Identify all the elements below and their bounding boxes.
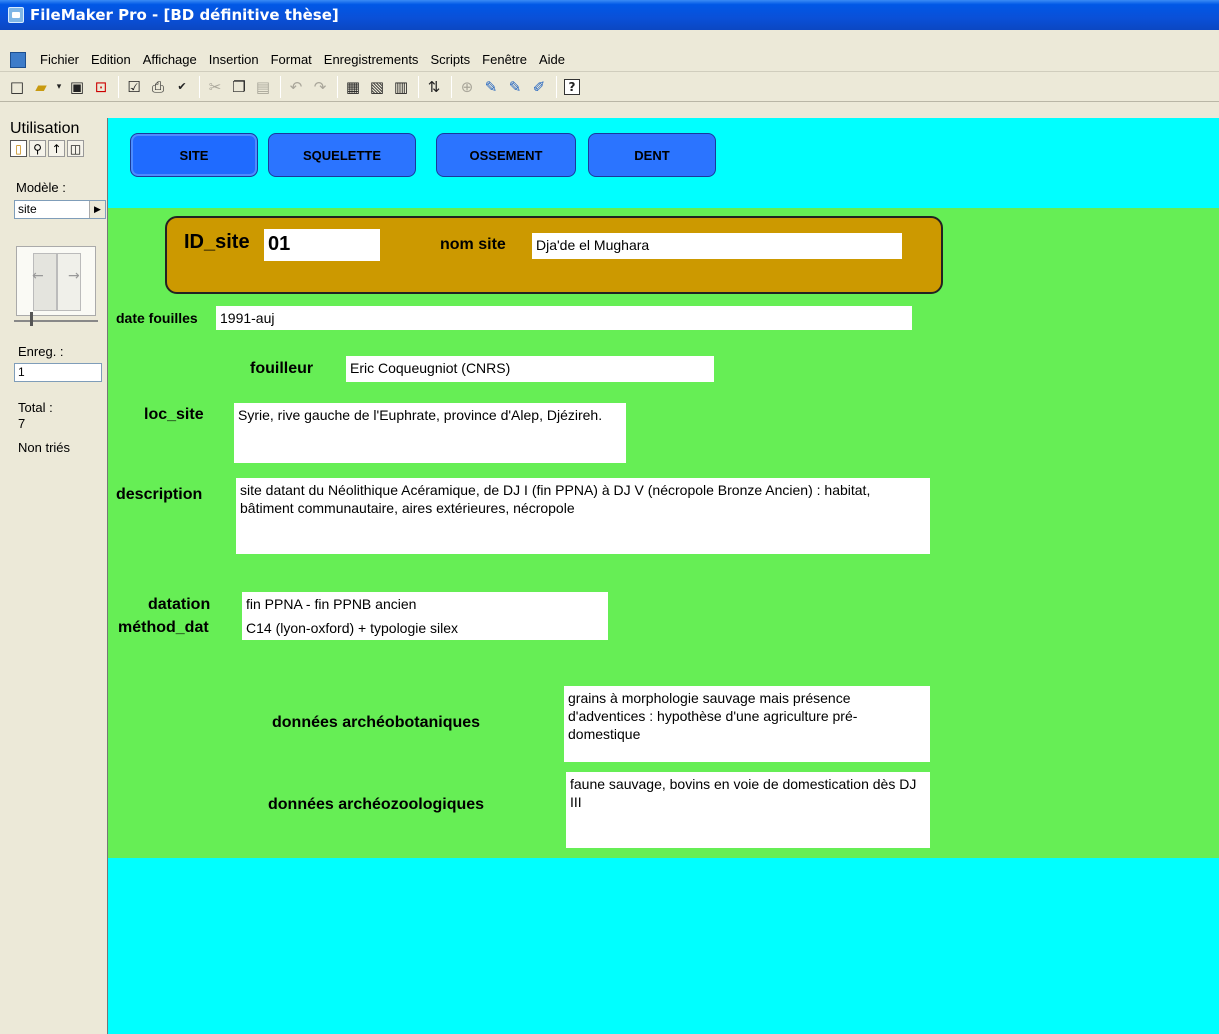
menu-bar: Fichier Edition Affichage Insertion Form… [0,48,1219,72]
record-book-icon[interactable] [16,246,96,316]
record-number-input[interactable]: 1 [14,363,102,382]
loc-site-field[interactable]: Syrie, rive gauche de l'Euphrate, provin… [234,403,626,463]
site-button[interactable]: SITE [130,133,258,177]
copy-icon[interactable]: ❐ [228,76,250,98]
archeozoologique-field[interactable]: faune sauvage, bovins en voie de domesti… [566,772,930,848]
toolbar-separator [199,75,200,98]
dropdown-arrow-icon[interactable]: ▾ [54,76,64,98]
dent-button[interactable]: DENT [588,133,716,177]
find-mode-icon[interactable]: ⚲ [29,140,46,157]
layout-select-value: site [18,202,37,216]
menubar-spacer [0,30,1219,48]
menu-edition[interactable]: Edition [85,52,137,67]
layout-label: Modèle : [16,180,66,195]
record-label: Enreg. : [18,344,64,359]
chevron-right-icon[interactable]: ▶ [89,201,105,218]
sort-status: Non triés [18,440,71,455]
spellcheck-icon[interactable]: ✔ [171,76,193,98]
new-file-icon[interactable]: □ [6,76,28,98]
description-label: description [116,486,203,503]
record-slider[interactable] [14,320,98,322]
total-value: 7 [18,416,26,431]
toolbar-separator [556,75,557,98]
menu-scripts[interactable]: Scripts [424,52,476,67]
toolbar-separator [337,75,338,98]
previous-record-icon[interactable]: ← [32,268,44,284]
checkbox-icon[interactable]: ☑ [123,76,145,98]
toolbar-separator [451,75,452,98]
nom-site-field[interactable]: Dja'de el Mughara [532,233,902,259]
status-area: Utilisation ▯ ⚲ ↑ ◫ Modèle : site ▶ ← → … [0,118,108,1034]
undo-icon[interactable]: ↶ [285,76,307,98]
fouilleur-label: fouilleur [250,360,314,377]
help-icon-glyph: ? [564,78,580,95]
print-icon[interactable]: ⎙ [147,76,169,98]
script-icon[interactable]: ✎ [480,76,502,98]
toolbar-separator [418,75,419,98]
script-3-icon[interactable]: ✐ [528,76,550,98]
sort-icon[interactable]: ⇅ [423,76,445,98]
layout-select[interactable]: site ▶ [14,200,106,219]
menu-format[interactable]: Format [265,52,318,67]
delete-record-icon[interactable]: ▥ [390,76,412,98]
menu-affichage[interactable]: Affichage [137,52,203,67]
save-icon[interactable]: ▣ [66,76,88,98]
datation-field[interactable]: fin PPNA - fin PPNB ancien [242,592,608,616]
datation-label: datation [148,596,211,613]
preview-mode-icon[interactable]: ◫ [67,140,84,157]
id-site-label: ID_site [184,231,250,253]
cut-icon[interactable]: ✂ [204,76,226,98]
filemaker-window: { "window": { "title": "FileMaker Pro - … [0,0,1219,1034]
filemaker-app-icon [8,7,24,23]
help-icon[interactable]: ? [561,76,583,98]
layout-area: SITE SQUELETTE OSSEMENT DENT ID_site 01 … [108,118,1219,1034]
date-fouilles-field[interactable]: 1991-auj [216,306,912,330]
record-slider-thumb[interactable] [30,312,33,326]
menu-fenetre[interactable]: Fenêtre [476,52,533,67]
methode-label: méthod_dat [118,619,209,636]
pdf-icon[interactable]: ⊡ [90,76,112,98]
menu-aide[interactable]: Aide [533,52,571,67]
archeozoologique-label: données archéozoologiques [268,796,485,813]
mode-icons: ▯ ⚲ ↑ ◫ [10,140,84,157]
total-label: Total : [18,400,53,415]
menu-insertion[interactable]: Insertion [203,52,265,67]
menu-fichier[interactable]: Fichier [34,52,85,67]
window-title: FileMaker Pro - [BD définitive thèse] [30,6,339,24]
toolbar: □ ▰ ▾ ▣ ⊡ ☑ ⎙ ✔ ✂ ❐ ▤ ↶ ↷ ▦ ▧ ▥ ⇅ ⊕ ✎ ✎ … [0,72,1219,102]
record-icon[interactable]: ▦ [342,76,364,98]
menu-enregistrements[interactable]: Enregistrements [318,52,425,67]
open-file-icon[interactable]: ▰ [30,76,52,98]
new-record-icon[interactable]: ▧ [366,76,388,98]
fouilleur-field[interactable]: Eric Coqueugniot (CNRS) [346,356,714,382]
archeobotanique-field[interactable]: grains à morphologie sauvage mais présen… [564,686,930,762]
description-field[interactable]: site datant du Néolithique Acéramique, d… [236,478,930,554]
id-site-field[interactable]: 01 [264,229,380,261]
date-fouilles-label: date fouilles [116,310,198,326]
archeobotanique-label: données archéobotaniques [272,714,481,731]
toolbar-separator [118,75,119,98]
next-record-icon[interactable]: → [68,268,80,284]
ossement-button[interactable]: OSSEMENT [436,133,576,177]
layout-mode-icon[interactable]: ↑ [48,140,65,157]
nom-site-label: nom site [440,236,506,253]
redo-icon[interactable]: ↷ [309,76,331,98]
toolbar-separator [280,75,281,98]
document-icon[interactable] [10,51,26,68]
browse-mode-icon[interactable]: ▯ [10,140,27,157]
squelette-button[interactable]: SQUELETTE [268,133,416,177]
mode-label: Utilisation [10,120,80,137]
methode-field[interactable]: C14 (lyon-oxford) + typologie silex [242,616,608,640]
lock-icon[interactable]: ⊕ [456,76,478,98]
paste-icon[interactable]: ▤ [252,76,274,98]
script-2-icon[interactable]: ✎ [504,76,526,98]
title-bar: FileMaker Pro - [BD définitive thèse] [0,0,1219,30]
header-band: SITE SQUELETTE OSSEMENT DENT [108,118,1219,208]
loc-site-label: loc_site [144,406,204,423]
